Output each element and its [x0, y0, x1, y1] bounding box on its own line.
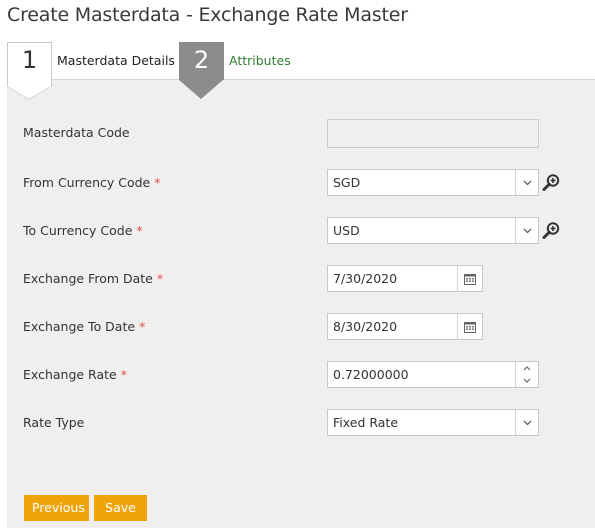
previous-button[interactable]: Previous	[24, 495, 89, 521]
required-mark: *	[139, 319, 146, 334]
required-mark: *	[154, 175, 161, 190]
chevron-down-icon[interactable]	[515, 218, 538, 243]
field-value: USD	[333, 223, 360, 238]
label-text: Exchange To Date	[23, 319, 136, 334]
from-date-label: Exchange From Date *	[23, 271, 163, 286]
label-text: Masterdata Code	[23, 125, 130, 140]
step-number: 1	[21, 46, 38, 74]
chevron-down-icon[interactable]	[515, 410, 538, 435]
decrement-icon[interactable]	[516, 374, 538, 386]
masterdata-code-label: Masterdata Code	[23, 125, 130, 140]
field-value: Fixed Rate	[333, 415, 399, 430]
label-text: From Currency Code	[23, 175, 151, 190]
from-currency-select[interactable]: SGD	[327, 169, 539, 196]
rate-numeric-input[interactable]: 0.72000000	[327, 361, 539, 388]
masterdata-code-field	[327, 119, 539, 148]
increment-icon[interactable]	[516, 362, 538, 374]
to-currency-label: To Currency Code *	[23, 223, 143, 238]
label-text: Rate Type	[23, 415, 85, 430]
step-pointer	[7, 86, 51, 99]
required-mark: *	[136, 223, 143, 238]
wizard-step-1[interactable]: 1	[6, 42, 52, 100]
to-date-label: Exchange To Date *	[23, 319, 145, 334]
rate-type-label: Rate Type	[23, 415, 84, 430]
search-plus-icon[interactable]	[542, 221, 561, 240]
page-title: Create Masterdata - Exchange Rate Master	[7, 4, 408, 26]
rate-label: Exchange Rate *	[23, 367, 127, 382]
to-currency-select[interactable]: USD	[327, 217, 539, 244]
required-mark: *	[156, 271, 164, 286]
step-number: 2	[193, 46, 210, 74]
chevron-down-icon[interactable]	[515, 170, 538, 195]
spinner-arrows-icon[interactable]	[515, 362, 538, 387]
search-plus-icon[interactable]	[542, 173, 561, 192]
field-value: SGD	[333, 175, 361, 190]
required-mark: *	[120, 367, 127, 382]
label-text: Exchange From Date	[23, 271, 153, 286]
from-date-picker[interactable]: 7/30/2020	[327, 265, 483, 292]
to-date-picker[interactable]: 8/30/2020	[327, 313, 483, 340]
save-button[interactable]: Save	[94, 495, 147, 521]
field-value: 7/30/2020	[333, 271, 398, 286]
field-value: 0.72000000	[333, 367, 409, 382]
field-value: 8/30/2020	[333, 319, 398, 334]
wizard-step-2-label[interactable]: Attributes	[229, 53, 291, 68]
wizard-step-1-label[interactable]: Masterdata Details	[57, 53, 175, 68]
step-pointer	[179, 80, 223, 99]
from-currency-label: From Currency Code *	[23, 175, 160, 190]
label-text: To Currency Code	[23, 223, 133, 238]
calendar-icon[interactable]	[457, 266, 482, 291]
label-text: Exchange Rate	[23, 367, 117, 382]
calendar-icon[interactable]	[457, 314, 482, 339]
wizard-step-2[interactable]: 2	[179, 42, 224, 99]
rate-type-select[interactable]: Fixed Rate	[327, 409, 539, 436]
